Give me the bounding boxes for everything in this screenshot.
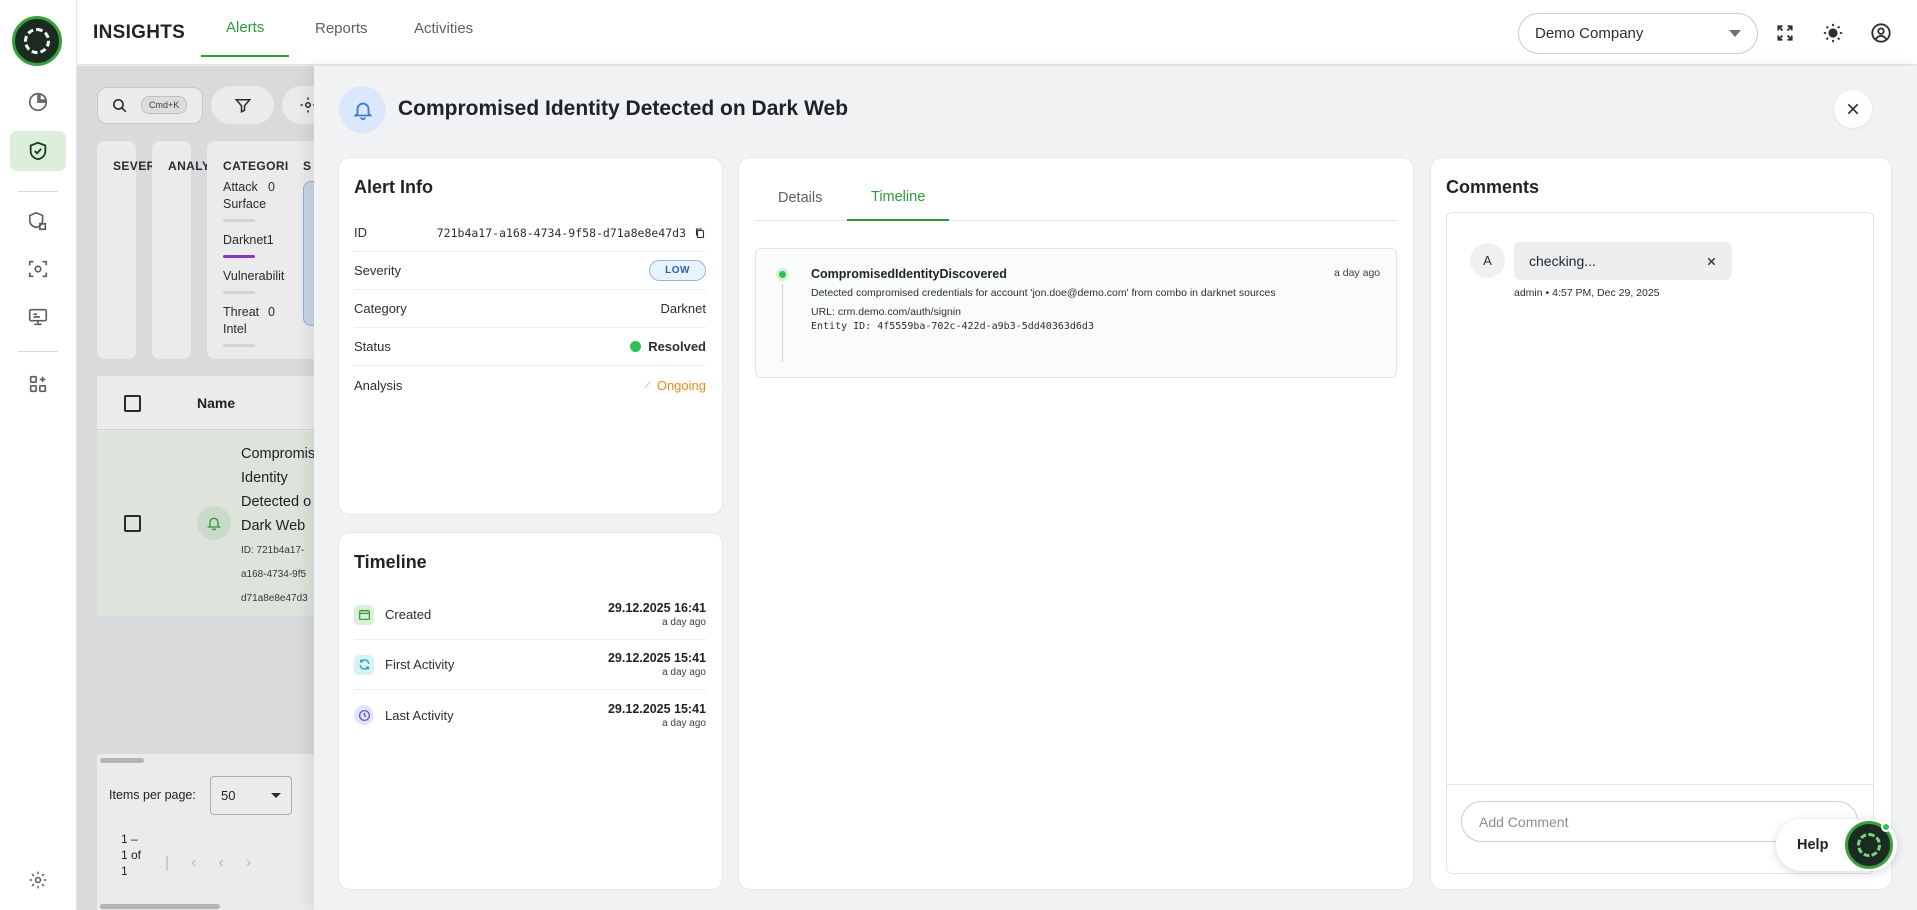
tab-details[interactable]: Details xyxy=(754,175,846,221)
comment-bubble: checking... xyxy=(1514,242,1732,280)
clock-icon xyxy=(354,705,374,725)
shield-check-icon[interactable] xyxy=(10,131,66,171)
drawer-title: Compromised Identity Detected on Dark We… xyxy=(398,97,849,120)
online-status-dot xyxy=(1881,822,1891,832)
calendar-icon xyxy=(354,604,374,625)
category-value: Darknet xyxy=(660,301,706,316)
user-account-icon[interactable] xyxy=(1868,20,1894,46)
timeline-row-last-activity: Last Activity 29.12.2025 15:41 a day ago xyxy=(354,690,706,740)
delete-comment-icon[interactable] xyxy=(1706,256,1717,267)
close-icon xyxy=(1847,103,1859,115)
theme-sun-icon[interactable] xyxy=(1820,20,1846,46)
event-title: CompromisedIdentityDiscovered xyxy=(811,267,1007,281)
company-select-value: Demo Company xyxy=(1535,25,1644,42)
event-url: URL: crm.demo.com/auth/signin xyxy=(811,306,961,318)
comments-divider xyxy=(1446,784,1874,785)
analysis-label: Analysis xyxy=(354,377,403,393)
comment-meta: admin • 4:57 PM, Dec 29, 2025 xyxy=(1514,287,1660,299)
loading-spinner-icon: ⟋ xyxy=(644,379,651,390)
analysis-value: Ongoing xyxy=(656,377,706,393)
id-value: 721b4a17-a168-4734-9f58-d71a8e8e47d3 xyxy=(436,225,686,240)
refresh-icon xyxy=(354,654,374,675)
status-label: Status xyxy=(354,339,391,354)
tab-reports[interactable]: Reports xyxy=(290,0,393,57)
event-description: Detected compromised credentials for acc… xyxy=(811,287,1276,299)
severity-label: Severity xyxy=(354,263,401,278)
timeline-heading: Timeline xyxy=(354,552,427,572)
shield-stack-icon[interactable] xyxy=(10,201,66,241)
monitor-icon[interactable] xyxy=(10,297,66,337)
severity-badge: LOW xyxy=(649,260,706,281)
settings-gear-icon[interactable] xyxy=(10,860,66,900)
add-comment-placeholder: Add Comment xyxy=(1479,813,1569,830)
copy-icon[interactable] xyxy=(694,227,706,239)
comments-list xyxy=(1446,212,1874,874)
dashboard-pie-icon[interactable] xyxy=(10,82,66,122)
app-logo[interactable] xyxy=(12,16,62,66)
rail-divider xyxy=(18,191,58,192)
comment-text: checking... xyxy=(1529,253,1596,269)
event-entity-id: Entity ID: 4f5559ba-702c-422d-a9b3-5dd40… xyxy=(811,321,1094,332)
avatar: A xyxy=(1470,243,1505,278)
severity-row: Severity LOW xyxy=(354,252,706,290)
chevron-down-icon xyxy=(1729,30,1741,37)
id-label: ID xyxy=(354,225,367,240)
category-row: Category Darknet xyxy=(354,290,706,328)
fullscreen-icon[interactable] xyxy=(1772,20,1798,46)
alert-info-heading: Alert Info xyxy=(354,177,433,197)
category-label: Category xyxy=(354,301,407,316)
tab-activities[interactable]: Activities xyxy=(389,0,498,57)
close-button[interactable] xyxy=(1834,90,1872,128)
analysis-row: Analysis ⟋ Ongoing xyxy=(354,366,706,404)
tab-timeline[interactable]: Timeline xyxy=(847,175,950,221)
status-dot xyxy=(630,341,642,352)
company-select[interactable]: Demo Company xyxy=(1518,13,1758,54)
tab-alerts[interactable]: Alerts xyxy=(201,0,290,57)
timeline-row-first-activity: First Activity 29.12.2025 15:41 a day ago xyxy=(354,640,706,690)
event-dot xyxy=(776,268,789,281)
timeline-row-created: Created 29.12.2025 16:41 a day ago xyxy=(354,590,706,640)
status-value: Resolved xyxy=(648,339,706,354)
brand-name: INSIGHTS xyxy=(93,22,186,43)
apps-add-icon[interactable] xyxy=(10,364,66,404)
event-line xyxy=(782,284,783,362)
network-scan-icon[interactable] xyxy=(10,249,66,289)
alert-id-row: ID 721b4a17-a168-4734-9f58-d71a8e8e47d3 xyxy=(354,214,706,252)
rail-divider xyxy=(18,351,58,352)
status-row: Status Resolved xyxy=(354,328,706,366)
drawer-backdrop[interactable] xyxy=(77,66,314,910)
event-time: a day ago xyxy=(1334,267,1381,279)
help-label[interactable]: Help xyxy=(1797,837,1828,853)
bell-icon xyxy=(339,86,386,133)
comments-heading: Comments xyxy=(1446,177,1540,197)
